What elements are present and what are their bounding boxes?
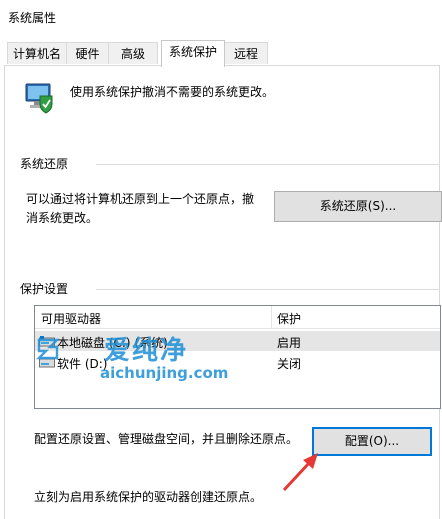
drive-status: 关闭 bbox=[277, 357, 302, 371]
intro-text: 使用系统保护撤消不需要的系统更改。 bbox=[70, 85, 275, 99]
config-description: 配置还原设置、管理磁盘空间，并且删除还原点。 bbox=[34, 432, 299, 446]
drive-status: 启用 bbox=[277, 336, 302, 350]
tab-label: 硬件 bbox=[75, 47, 100, 61]
restore-group-line bbox=[96, 164, 440, 165]
title-bar: 系统属性 bbox=[0, 0, 442, 34]
drive-list-header: 可用驱动器 保护 bbox=[35, 306, 440, 329]
tab-label: 系统保护 bbox=[168, 45, 217, 59]
watermark-brand: 爱纯净 bbox=[104, 336, 189, 366]
tab-label: 高级 bbox=[120, 47, 145, 61]
tab-remote[interactable]: 远程 bbox=[224, 42, 268, 64]
restore-group-title: 系统还原 bbox=[20, 157, 69, 171]
system-restore-button[interactable]: 系统还原(S)... bbox=[274, 191, 442, 222]
column-protection[interactable]: 保护 bbox=[277, 310, 301, 327]
watermark: 爱纯净 aichunjing.com bbox=[36, 330, 229, 386]
configure-button[interactable]: 配置(O)... bbox=[312, 427, 432, 456]
watermark-url: aichunjing.com bbox=[100, 364, 229, 382]
system-protection-icon bbox=[25, 83, 53, 114]
create-description: 立刻为启用系统保护的驱动器创建还原点。 bbox=[34, 490, 263, 504]
tab-hardware[interactable]: 硬件 bbox=[66, 42, 109, 64]
protection-group-title: 保护设置 bbox=[20, 282, 69, 296]
restore-description: 可以通过将计算机还原到上一个还原点，撤消系统更改。 bbox=[26, 192, 255, 225]
tab-strip: 计算机名 硬件 高级 系统保护 远程 bbox=[0, 40, 442, 67]
column-separator bbox=[271, 306, 272, 328]
window-title: 系统属性 bbox=[8, 11, 57, 25]
watermark-logo-icon bbox=[36, 338, 60, 360]
pointer-arrow-icon bbox=[282, 453, 318, 492]
tab-system-protection[interactable]: 系统保护 bbox=[161, 40, 225, 67]
protection-group-line bbox=[96, 289, 440, 290]
tab-advanced[interactable]: 高级 bbox=[108, 42, 158, 64]
tab-label: 计算机名 bbox=[12, 47, 61, 61]
tab-label: 远程 bbox=[233, 47, 258, 61]
column-available-drives[interactable]: 可用驱动器 bbox=[41, 310, 101, 327]
tab-computer-name[interactable]: 计算机名 bbox=[7, 42, 67, 64]
